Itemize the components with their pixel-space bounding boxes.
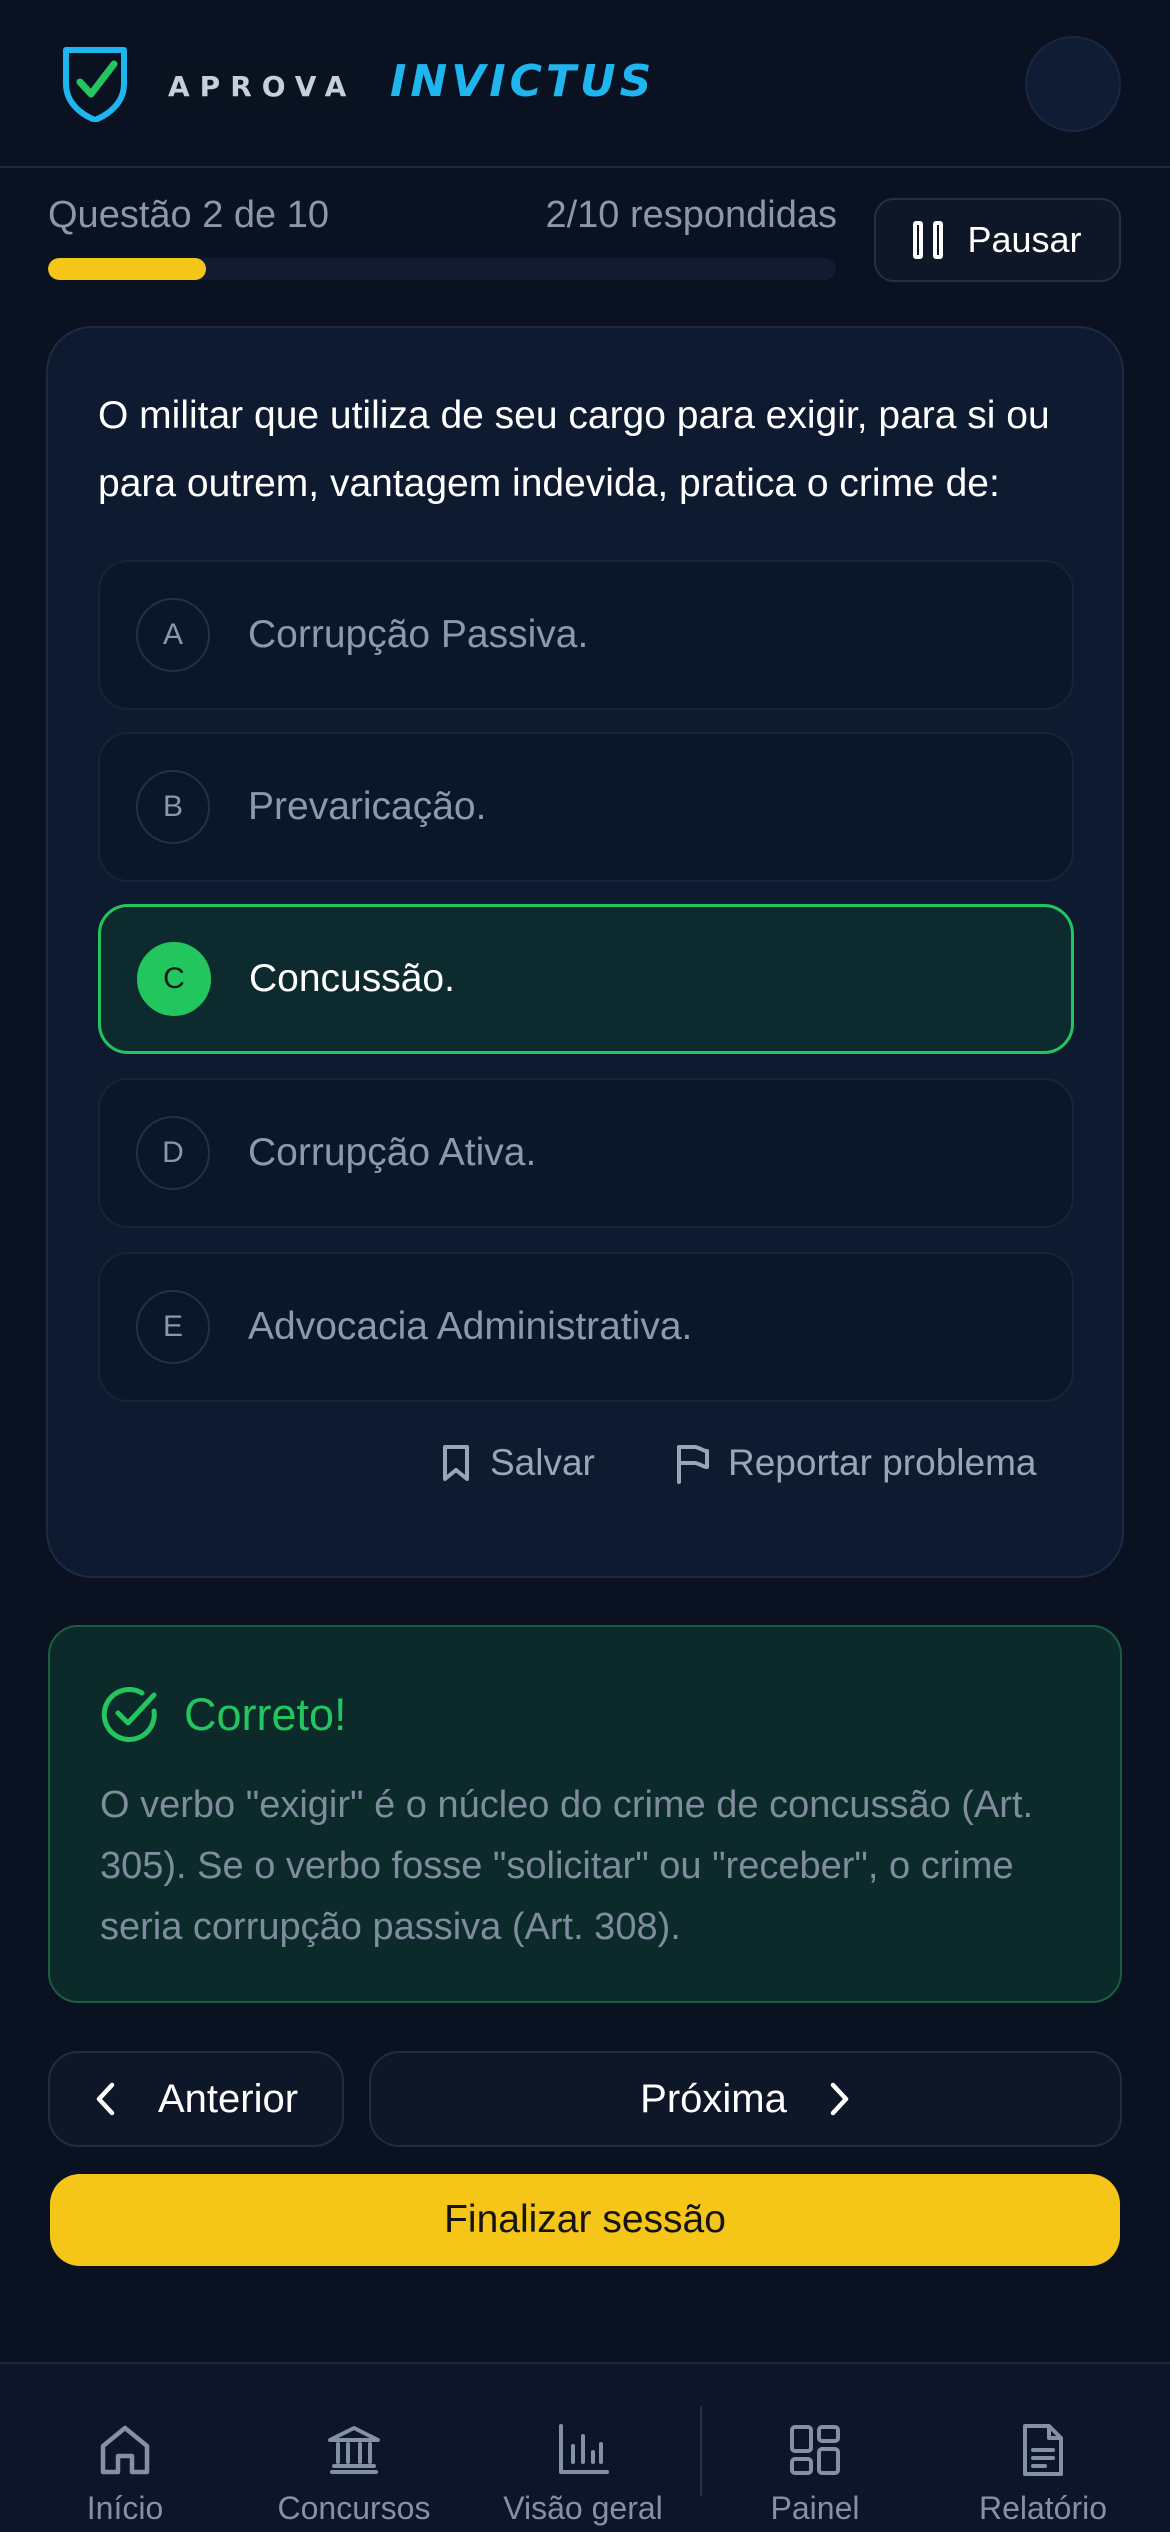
option-a[interactable]: A Corrupção Passiva. xyxy=(98,560,1074,710)
home-icon xyxy=(100,2425,150,2475)
feedback-title: Correto! xyxy=(184,1689,347,1740)
option-letter: C xyxy=(137,942,211,1016)
option-text: Corrupção Passiva. xyxy=(248,613,589,656)
option-text: Corrupção Ativa. xyxy=(248,1131,537,1174)
nav-item-painel[interactable]: Painel xyxy=(698,2364,932,2532)
option-d[interactable]: D Corrupção Ativa. xyxy=(98,1078,1074,1228)
nav-item-concursos[interactable]: Concursos xyxy=(237,2364,471,2532)
quiz-screen: APROVA INVICTUS Questão 2 de 10 2/10 res… xyxy=(0,0,1170,2532)
feedback-explanation: O verbo "exigir" é o núcleo do crime de … xyxy=(100,1784,1034,1948)
nav-item-visao-geral[interactable]: Visão geral xyxy=(466,2364,700,2532)
shield-check-logo-icon xyxy=(63,47,127,122)
report-label: Reportar problema xyxy=(728,1442,1037,1483)
check-circle-icon xyxy=(101,1687,157,1742)
dashboard-icon xyxy=(790,2425,840,2475)
bottom-navigation: Início Concursos Visão geral Painel Rela… xyxy=(0,2362,1170,2532)
question-counter: Questão 2 de 10 xyxy=(48,194,329,236)
bank-icon xyxy=(328,2426,380,2474)
save-label: Salvar xyxy=(490,1442,595,1483)
chevron-right-icon xyxy=(830,2082,849,2116)
brand-name: INVICTUS xyxy=(390,56,656,107)
option-letter: A xyxy=(136,598,210,672)
pause-icon xyxy=(913,221,944,259)
option-c[interactable]: C Concussão. xyxy=(98,904,1074,1054)
progress-bar xyxy=(48,258,836,280)
app-header: APROVA INVICTUS xyxy=(0,0,1170,168)
option-e[interactable]: E Advocacia Administrativa. xyxy=(98,1252,1074,1402)
nav-item-relatorio[interactable]: Relatório xyxy=(926,2364,1160,2532)
pause-button[interactable]: Pausar xyxy=(874,198,1121,282)
answered-count: 2/10 respondidas xyxy=(545,194,837,236)
flag-icon xyxy=(677,1445,709,1484)
chevron-left-icon xyxy=(96,2082,115,2116)
report-problem-button[interactable]: Reportar problema xyxy=(674,1442,1036,1484)
brand-prefix: APROVA xyxy=(168,70,357,103)
nav-label: Início xyxy=(86,2490,164,2526)
next-label: Próxima xyxy=(640,2076,787,2121)
nav-label: Relatório xyxy=(978,2490,1108,2526)
nav-item-inicio[interactable]: Início xyxy=(8,2364,242,2532)
option-text: Concussão. xyxy=(249,957,455,1000)
nav-label: Concursos xyxy=(277,2490,431,2526)
avatar[interactable] xyxy=(1025,36,1121,132)
nav-label: Visão geral xyxy=(503,2490,663,2526)
save-button[interactable]: Salvar xyxy=(440,1442,595,1484)
previous-button[interactable]: Anterior xyxy=(48,2051,344,2147)
option-letter: D xyxy=(136,1116,210,1190)
option-b[interactable]: B Prevaricação. xyxy=(98,732,1074,882)
option-text: Advocacia Administrativa. xyxy=(248,1305,693,1348)
option-letter: E xyxy=(136,1290,210,1364)
bar-chart-icon xyxy=(559,2424,609,2474)
option-letter: B xyxy=(136,770,210,844)
bookmark-icon xyxy=(443,1445,469,1481)
next-button[interactable]: Próxima xyxy=(369,2051,1122,2147)
document-icon xyxy=(1023,2424,1063,2476)
finish-session-button[interactable]: Finalizar sessão xyxy=(50,2174,1120,2266)
feedback-panel: Correto! O verbo "exigir" é o núcleo do … xyxy=(48,1625,1122,2003)
option-text: Prevaricação. xyxy=(248,785,487,828)
nav-label: Painel xyxy=(770,2490,860,2526)
pause-label: Pausar xyxy=(967,219,1082,260)
question-text: O militar que utiliza de seu cargo para … xyxy=(98,394,1050,505)
previous-label: Anterior xyxy=(157,2076,299,2121)
question-card: O militar que utiliza de seu cargo para … xyxy=(46,326,1124,1578)
progress-bar-fill xyxy=(48,258,206,280)
